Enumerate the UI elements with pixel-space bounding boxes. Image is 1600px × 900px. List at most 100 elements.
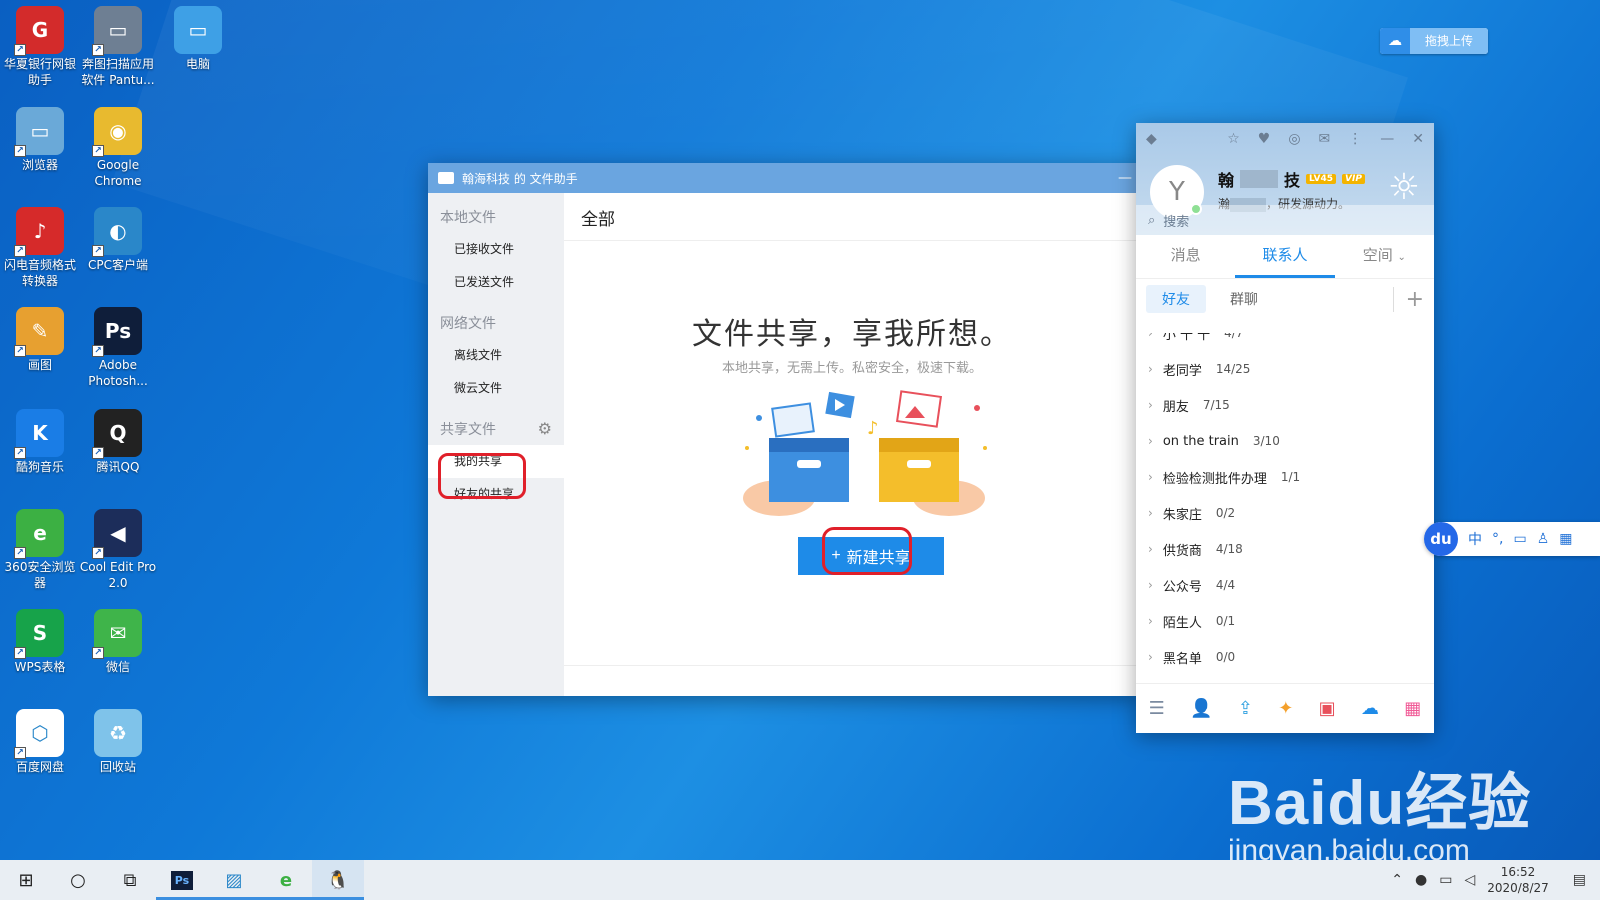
contact-group-row[interactable]: › 朱家庄 0/2	[1136, 495, 1434, 531]
sidebar-item-weiyun[interactable]: 微云文件	[428, 372, 564, 405]
network-icon[interactable]: ▭	[1439, 872, 1452, 888]
sidebar-item-offline[interactable]: 离线文件	[428, 339, 564, 372]
svg-text:♪: ♪	[867, 418, 879, 439]
desktop-icon[interactable]: S ↗ WPS表格	[0, 605, 80, 675]
subtab-groups[interactable]: 群聊	[1214, 285, 1274, 313]
desktop-icon[interactable]: e ↗ 360安全浏览器	[0, 505, 80, 591]
vip-badge[interactable]: VIP	[1342, 174, 1365, 184]
gear-icon[interactable]: ⚙	[538, 419, 552, 438]
desktop-icon[interactable]: ⬡ ↗ 百度网盘	[0, 705, 80, 775]
add-friend-icon[interactable]: 👤	[1190, 698, 1212, 719]
contact-group-count: 4/4	[1215, 578, 1236, 592]
tab-contacts[interactable]: 联系人	[1235, 235, 1335, 278]
main-pane: 全部 文件共享，享我所想。 本地共享，无需上传。私密安全，极速下载。 ♪ + 新	[564, 193, 1140, 696]
ime-punct-toggle[interactable]: °,	[1492, 531, 1503, 547]
qq-nickname[interactable]: 翰 技 LV45 VIP	[1218, 167, 1365, 191]
ime-mode-toggle[interactable]: 中	[1468, 529, 1482, 549]
blurred-name	[1240, 170, 1279, 188]
search-icon[interactable]: ○	[52, 860, 104, 900]
desktop-icon[interactable]: ◐ ↗ CPC客户端	[78, 203, 158, 273]
qq-name-suffix: 技	[1284, 171, 1301, 190]
tab-messages[interactable]: 消息	[1136, 235, 1235, 278]
tray-qq-icon[interactable]: ●	[1415, 872, 1427, 888]
shortcut-arrow-icon: ↗	[14, 245, 26, 257]
contact-group-row[interactable]: › on the train 3/10	[1136, 423, 1434, 459]
contact-group-row[interactable]: › 小 十 十 4/7	[1136, 333, 1434, 351]
file-transfer-icon[interactable]: ⇪	[1238, 698, 1253, 719]
contact-group-row[interactable]: › 陌生人 0/1	[1136, 603, 1434, 639]
mail-icon[interactable]: ✉	[1319, 131, 1331, 147]
taskbar-qq-icon[interactable]: 🐧	[312, 860, 364, 900]
ime-user-icon[interactable]: ♙	[1537, 531, 1550, 547]
desktop-icon[interactable]: ▭ ↗ 奔图扫描应用软件 Pantu...	[78, 2, 158, 88]
contact-group-name: 朋友	[1162, 399, 1189, 415]
desktop-icon[interactable]: G ↗ 华夏银行网银助手	[0, 2, 80, 88]
task-view-icon[interactable]: ⧉	[104, 860, 156, 900]
subtab-friends[interactable]: 好友	[1146, 285, 1206, 313]
more-icon[interactable]: ⋮	[1348, 131, 1362, 147]
medal-icon[interactable]: ◎	[1288, 131, 1300, 147]
desktop-icon-label: 酷狗音乐	[15, 460, 64, 474]
contact-group-row[interactable]: › 黑名单 0/0	[1136, 639, 1434, 673]
desktop-icon[interactable]: ▭ ↗ 浏览器	[0, 103, 80, 173]
add-icon[interactable]: +	[1392, 286, 1424, 312]
desktop-icon[interactable]: ♪ ↗ 闪电音频格式转换器	[0, 203, 80, 289]
baidu-ime-logo[interactable]: du	[1424, 522, 1458, 556]
live-icon[interactable]: ▣	[1319, 698, 1336, 719]
contact-group-row[interactable]: › 公众号 4/4	[1136, 567, 1434, 603]
contact-group-row[interactable]: › 供货商 4/18	[1136, 531, 1434, 567]
desktop-icon[interactable]: ▭ 电脑	[158, 2, 238, 72]
desktop-icon[interactable]: ◉ ↗ Google Chrome	[78, 103, 158, 189]
desktop-icon-label: 华夏银行网银助手	[3, 57, 76, 87]
taskbar-360-browser-icon[interactable]: e	[260, 860, 312, 900]
shortcut-arrow-icon: ↗	[92, 245, 104, 257]
chevron-down-icon: ⌄	[1397, 252, 1406, 263]
desktop-icon[interactable]: Ps ↗ Adobe Photosh...	[78, 303, 158, 389]
weather-sun-icon[interactable]: ☼	[1388, 167, 1420, 208]
sidebar-item-received[interactable]: 已接收文件	[428, 233, 564, 266]
menu-icon[interactable]: ☰	[1149, 698, 1165, 719]
tab-space[interactable]: 空间 ⌄	[1335, 235, 1434, 278]
share-illustration: ♪	[743, 390, 987, 516]
chevron-up-icon[interactable]: ⌃	[1391, 872, 1403, 888]
game-icon[interactable]: ✦	[1278, 698, 1293, 719]
app-manager-icon[interactable]: ▦	[1404, 698, 1421, 719]
chevron-right-icon: ›	[1148, 650, 1153, 664]
desktop-icon[interactable]: ♻ 回收站	[78, 705, 158, 775]
contact-group-name: 朱家庄	[1162, 507, 1202, 523]
desktop-icon[interactable]: ◀ ↗ Cool Edit Pro 2.0	[78, 505, 158, 591]
windows-start-icon[interactable]: ⊞	[0, 860, 52, 900]
desktop-icon[interactable]: ✎ ↗ 画图	[0, 303, 80, 373]
level-badge[interactable]: LV45	[1306, 174, 1337, 184]
window-titlebar[interactable]: 翰海科技 的 文件助手 —	[428, 163, 1140, 193]
notification-icon[interactable]: ▤	[1573, 872, 1586, 888]
system-tray: ⌃ ● ▭ ◁ 16:52 2020/8/27 ▤	[1391, 864, 1600, 896]
desktop-icon[interactable]: Q ↗ 腾讯QQ	[78, 405, 158, 475]
close-icon[interactable]: ✕	[1412, 131, 1424, 147]
weiyun-icon[interactable]: ☁	[1361, 698, 1379, 719]
desktop-icon[interactable]: K ↗ 酷狗音乐	[0, 405, 80, 475]
minimize-icon[interactable]: —	[1380, 131, 1394, 147]
contact-group-row[interactable]: › 朋友 7/15	[1136, 387, 1434, 423]
desktop-icon-image: e ↗	[14, 509, 64, 559]
ime-skin-icon[interactable]: ▭	[1513, 531, 1526, 547]
desktop-icon-label: 奔图扫描应用软件 Pantu...	[81, 57, 155, 87]
chevron-right-icon: ›	[1148, 614, 1153, 628]
volume-icon[interactable]: ◁	[1464, 872, 1475, 888]
desktop-icon-image: G ↗	[14, 6, 64, 56]
contact-group-row[interactable]: › 老同学 14/25	[1136, 351, 1434, 387]
minimize-icon[interactable]: —	[1118, 170, 1132, 186]
qq-search-bar[interactable]: ⌕ 搜索	[1136, 205, 1434, 235]
taskbar-photoshop-icon[interactable]: Ps	[156, 860, 208, 900]
shortcut-arrow-icon: ↗	[14, 447, 26, 459]
star-icon[interactable]: ☆	[1227, 131, 1240, 147]
shirt-icon[interactable]: ♥	[1258, 131, 1271, 147]
taskbar-photos-icon[interactable]: ▨	[208, 860, 260, 900]
chevron-right-icon: ›	[1148, 398, 1153, 412]
clock[interactable]: 16:52 2020/8/27	[1487, 864, 1549, 896]
sidebar-item-sent[interactable]: 已发送文件	[428, 266, 564, 299]
contact-group-row[interactable]: › 检验检测批件办理 1/1	[1136, 459, 1434, 495]
baidu-netdisk-upload-pill[interactable]: ☁ 拖拽上传	[1380, 28, 1488, 54]
ime-grid-icon[interactable]: ▦	[1559, 531, 1572, 547]
desktop-icon[interactable]: ✉ ↗ 微信	[78, 605, 158, 675]
